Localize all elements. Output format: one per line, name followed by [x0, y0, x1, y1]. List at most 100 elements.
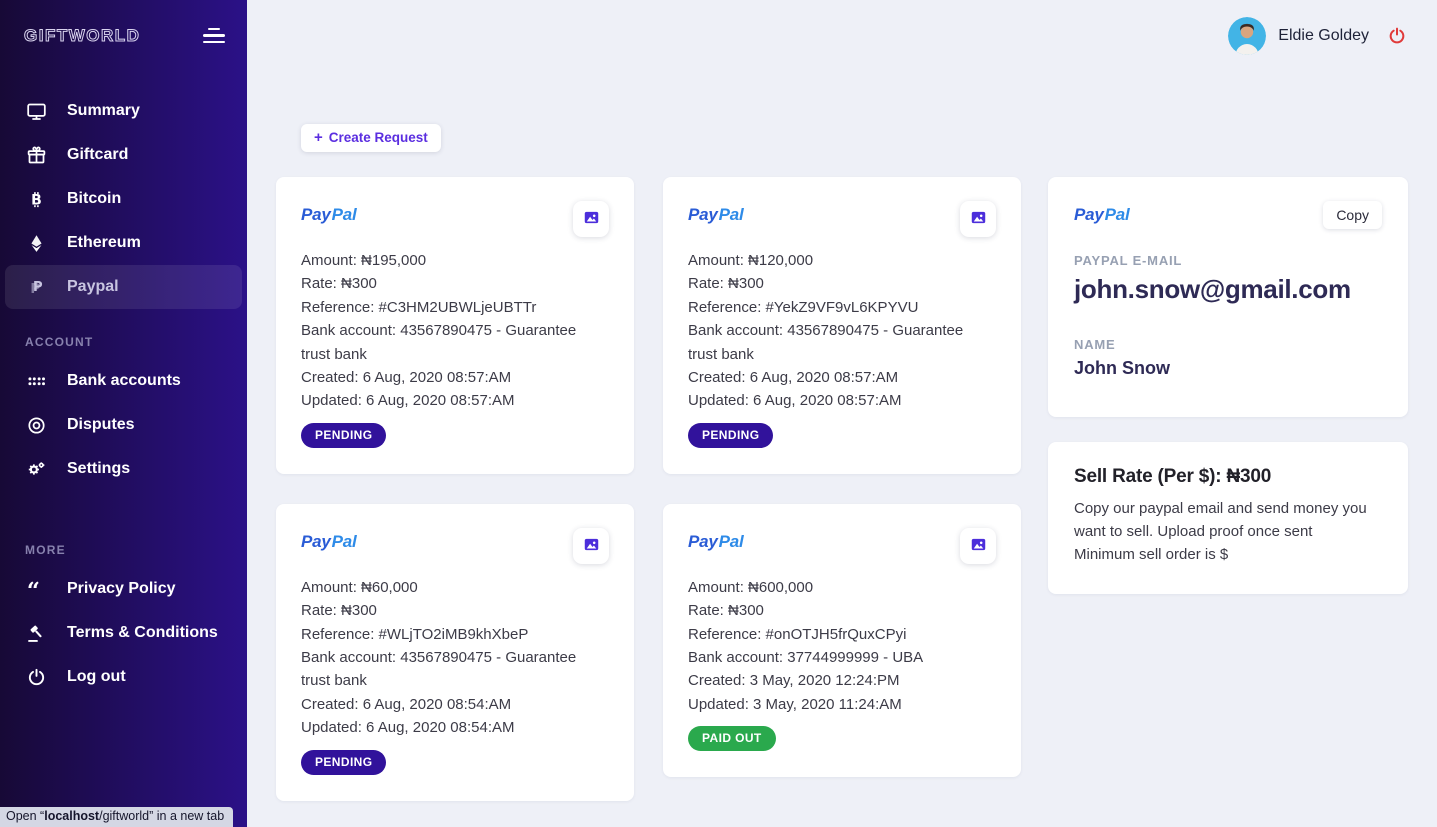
sidebar-section-more: MORE	[25, 543, 66, 558]
status-badge: PAID OUT	[688, 726, 776, 752]
reference-line: Reference: #C3HM2UBWLjeUBTTr	[301, 298, 537, 316]
sidebar-item-logout[interactable]: Log out	[0, 655, 247, 699]
sidebar-item-label: Terms & Conditions	[67, 624, 218, 642]
status-badge: PENDING	[301, 422, 387, 448]
bank-account-line: Bank account: 43567890475 - Guarantee tr…	[301, 322, 577, 363]
rate-line: Rate: ₦300	[688, 275, 764, 293]
transaction-card: PayPal Amount: ₦600,000 Rate: ₦300 Refer…	[663, 503, 1021, 778]
bank-account-line: Bank account: 43567890475 - Guarantee tr…	[301, 649, 577, 690]
gears-icon	[25, 459, 47, 480]
logout-power-icon[interactable]	[1387, 26, 1407, 46]
paypal-logo: PayPal	[301, 531, 357, 551]
power-icon	[25, 667, 47, 688]
sidebar: GIFTWORLD Summary Giftcard B Bitcoin Eth…	[0, 0, 247, 827]
paypal-logo: PayPal	[688, 531, 744, 551]
paypal-email-label: PAYPAL E-MAIL	[1074, 253, 1183, 268]
sidebar-item-summary[interactable]: Summary	[0, 89, 247, 133]
status-host: localhost	[44, 809, 100, 823]
sidebar-item-label: Disputes	[67, 416, 135, 434]
svg-text:B: B	[31, 192, 42, 208]
image-icon	[583, 209, 600, 229]
rate-line: Rate: ₦300	[301, 602, 377, 620]
browser-link-status: Open “localhost/giftworld” in a new tab	[0, 807, 234, 827]
transaction-card: PayPal Amount: ₦60,000 Rate: ₦300 Refere…	[276, 503, 634, 801]
name-value: John Snow	[1074, 358, 1170, 378]
sidebar-item-label: Settings	[67, 460, 131, 478]
topbar: Eldie Goldey	[247, 0, 1437, 72]
sidebar-item-terms[interactable]: Terms & Conditions	[0, 611, 247, 655]
view-proof-button[interactable]	[960, 527, 996, 564]
sidebar-section-account: ACCOUNT	[25, 335, 94, 350]
amount-line: Amount: ₦120,000	[688, 252, 814, 269]
transaction-card: PayPal Amount: ₦195,000 Rate: ₦300 Refer…	[276, 177, 634, 474]
paypal-logo: PayPal	[688, 205, 744, 224]
sidebar-item-disputes[interactable]: Disputes	[0, 403, 247, 447]
transaction-card: PayPal Amount: ₦120,000 Rate: ₦300 Refer…	[663, 177, 1021, 474]
sidebar-item-giftcard[interactable]: Giftcard	[0, 133, 247, 177]
bitcoin-icon: B	[25, 189, 47, 210]
reference-line: Reference: #onOTJH5frQuxCPyi	[688, 625, 907, 643]
copy-button[interactable]: Copy	[1323, 201, 1382, 229]
grid-dots-icon	[25, 371, 47, 392]
sidebar-item-privacy-policy[interactable]: “ Privacy Policy	[0, 567, 247, 611]
svg-text:P: P	[33, 280, 43, 295]
reference-line: Reference: #WLjTO2iMB9khXbeP	[301, 625, 529, 643]
avatar[interactable]	[1228, 17, 1267, 55]
quote-icon: “	[25, 579, 47, 600]
created-line: Created: 3 May, 2020 12:24:PM	[688, 672, 900, 690]
paypal-logo: PayPal	[301, 205, 357, 224]
create-request-label: Create Request	[328, 130, 428, 145]
image-icon	[970, 536, 987, 556]
app-logo: GIFTWORLD	[23, 25, 141, 45]
sidebar-item-bank-accounts[interactable]: Bank accounts	[0, 359, 247, 403]
target-icon	[25, 415, 47, 436]
sidebar-item-ethereum[interactable]: Ethereum	[0, 221, 247, 265]
sidebar-item-label: Ethereum	[67, 234, 141, 252]
amount-line: Amount: ₦600,000	[688, 578, 814, 596]
view-proof-button[interactable]	[573, 201, 609, 237]
sidebar-item-label: Privacy Policy	[67, 580, 176, 598]
sell-rate-instructions: Copy our paypal email and send money you…	[1074, 500, 1367, 540]
sidebar-item-bitcoin[interactable]: B Bitcoin	[0, 177, 247, 221]
updated-line: Updated: 6 Aug, 2020 08:54:AM	[301, 719, 515, 737]
amount-line: Amount: ₦195,000	[301, 252, 427, 269]
plus-icon: +	[314, 129, 323, 146]
created-line: Created: 6 Aug, 2020 08:54:AM	[301, 695, 512, 713]
sidebar-item-label: Bitcoin	[67, 190, 122, 208]
updated-line: Updated: 6 Aug, 2020 08:57:AM	[688, 392, 902, 410]
transactions-grid: PayPal Amount: ₦195,000 Rate: ₦300 Refer…	[276, 177, 1021, 801]
user-name: Eldie Goldey	[1278, 27, 1369, 44]
updated-line: Updated: 6 Aug, 2020 08:57:AM	[301, 392, 515, 410]
sell-rate-title: Sell Rate (Per $): ₦300	[1074, 466, 1272, 487]
main-content: Eldie Goldey + Create Request PayPal Amo…	[247, 0, 1437, 827]
view-proof-button[interactable]	[960, 201, 996, 237]
image-icon	[970, 209, 987, 229]
monitor-icon	[25, 101, 47, 122]
rate-line: Rate: ₦300	[301, 275, 377, 293]
reference-line: Reference: #YekZ9VF9vL6KPYVU	[688, 298, 919, 316]
create-request-button[interactable]: + Create Request	[301, 124, 441, 152]
gavel-icon	[25, 623, 47, 644]
bank-account-line: Bank account: 37744999999 - UBA	[688, 649, 924, 667]
hamburger-menu-icon[interactable]	[203, 24, 225, 47]
status-badge: PENDING	[301, 749, 387, 775]
image-icon	[583, 536, 600, 556]
bank-account-line: Bank account: 43567890475 - Guarantee tr…	[688, 322, 964, 363]
gift-icon	[25, 145, 47, 166]
sidebar-item-label: Summary	[67, 102, 140, 120]
svg-text:“: “	[26, 579, 39, 600]
view-proof-button[interactable]	[573, 527, 609, 564]
sell-rate-minimum: Minimum sell order is $	[1074, 546, 1229, 563]
sell-rate-card: Sell Rate (Per $): ₦300 Copy our paypal …	[1048, 442, 1408, 594]
right-column: Copy PayPal PAYPAL E-MAIL john.snow@gmai…	[1048, 177, 1408, 594]
sidebar-item-paypal[interactable]: PP Paypal	[5, 265, 242, 310]
paypal-info-card: Copy PayPal PAYPAL E-MAIL john.snow@gmai…	[1048, 177, 1408, 417]
status-badge: PENDING	[688, 422, 774, 448]
sidebar-item-settings[interactable]: Settings	[0, 447, 247, 491]
created-line: Created: 6 Aug, 2020 08:57:AM	[301, 369, 512, 387]
updated-line: Updated: 3 May, 2020 11:24:AM	[688, 695, 902, 713]
created-line: Created: 6 Aug, 2020 08:57:AM	[688, 369, 899, 387]
paypal-email-value: john.snow@gmail.com	[1074, 274, 1351, 304]
paypal-icon: PP	[25, 277, 47, 298]
sidebar-item-label: Paypal	[67, 278, 119, 296]
